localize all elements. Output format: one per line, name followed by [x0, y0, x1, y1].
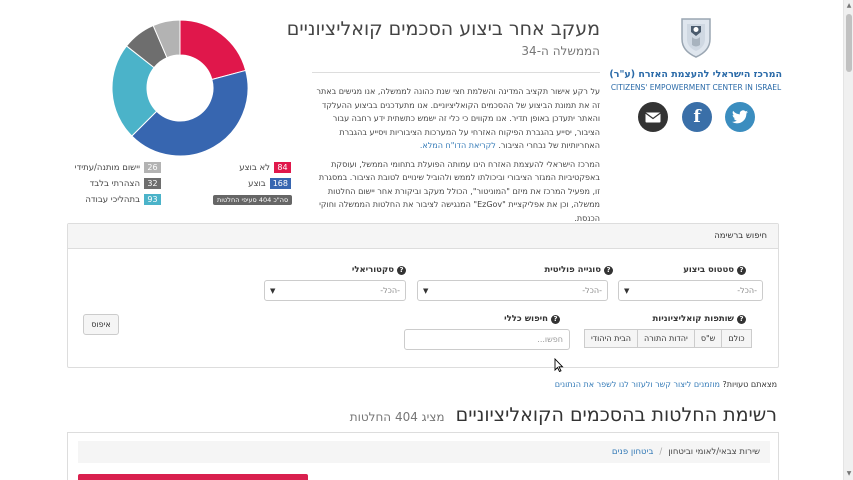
list-title: רשימת החלטות בהסכמים הקואליציוניים [455, 404, 777, 426]
error-report-note: מצאתם טעויות? מוזמנים ליצור קשר ולעזור ל… [554, 380, 777, 389]
full-report-link[interactable]: לקריאת הדו"ח המלא. [420, 141, 496, 150]
decision-title[interactable]: ... [748, 471, 760, 480]
legend-item-done[interactable]: 168 בוצע [248, 178, 291, 189]
shield-logo-icon [681, 18, 711, 58]
twitter-icon [732, 110, 748, 124]
legend-label: בתהליכי עבודה [85, 194, 140, 205]
scrollbar-thumb[interactable] [846, 14, 852, 72]
total-badge: סה"כ 404 סעיפי החלטות [213, 195, 293, 205]
breadcrumb-separator: / [659, 447, 663, 457]
caret-down-icon: ▼ [423, 286, 429, 295]
page-title: מעקב אחר ביצוע הסכמים קואליציוניים [286, 18, 600, 40]
legend-item-not-done[interactable]: 84 לא בוצע [239, 162, 291, 173]
caret-down-icon: ▼ [624, 286, 630, 295]
search-filter-label: ?חיפוש כללי [504, 314, 560, 324]
status-filter-label: ?סטטוס ביצוע [683, 265, 746, 275]
status-select[interactable]: ▼ -הכל- [618, 280, 763, 301]
page: המרכז הישראלי להעצמת האזרח (ע"ר) CITIZEN… [0, 0, 843, 480]
breadcrumb-item[interactable]: ביטחון פנים [612, 447, 653, 457]
sector-select[interactable]: ▼ -הכל- [264, 280, 406, 301]
legend-item-conditional[interactable]: 26 יישום מותנה/עתידי [75, 162, 161, 173]
page-subtitle: הממשלה ה-34 [521, 44, 600, 58]
vertical-scrollbar[interactable]: ▲ ▼ [843, 0, 853, 480]
partner-button-shas[interactable]: ש"ס [694, 329, 723, 348]
legend-label: הצהרתי בלבד [89, 178, 140, 189]
legend-count: 93 [144, 194, 161, 205]
help-icon[interactable]: ? [397, 266, 406, 275]
legend-count: 168 [269, 178, 291, 189]
donut-slice-0[interactable] [179, 19, 247, 81]
help-icon[interactable]: ? [604, 266, 613, 275]
legend-count: 26 [144, 162, 161, 173]
list-count: מציג 404 החלטות [349, 410, 445, 424]
sector-filter-label: ?סקטוריאלי [352, 265, 406, 275]
reset-button[interactable]: איפוס [83, 314, 119, 335]
help-icon[interactable]: ? [737, 315, 746, 324]
divider [312, 72, 600, 73]
scroll-up-icon[interactable]: ▲ [845, 2, 853, 10]
facebook-button[interactable]: f [682, 102, 712, 132]
breadcrumb: שירות צבאי/לאומי וביטחון / ביטחון פנים [78, 441, 770, 463]
intro-paragraph-1: על רקע אישור תקציב המדינה והשלמת חצי שנת… [316, 87, 600, 150]
mail-icon [645, 112, 661, 122]
partner-button-utj[interactable]: יהדות התורה [638, 329, 695, 348]
partner-button-all[interactable]: כולם [722, 329, 752, 348]
twitter-button[interactable] [725, 102, 755, 132]
legend-item-declarative[interactable]: 32 הצהרתי בלבד [90, 178, 161, 189]
policy-filter-label: ?סוגייה פוליטית [544, 265, 613, 275]
caret-down-icon: ▼ [270, 286, 276, 295]
org-name-hebrew: המרכז הישראלי להעצמת האזרח (ע"ר) [609, 69, 782, 80]
mail-button[interactable] [638, 102, 668, 132]
legend-label: יישום מותנה/עתידי [74, 162, 140, 173]
legend-count: 32 [144, 178, 161, 189]
decision-card: שירות צבאי/לאומי וביטחון / ביטחון פנים ... [67, 432, 779, 480]
legend-label: לא בוצע [239, 162, 270, 173]
mouse-cursor-icon [554, 358, 564, 372]
list-header: רשימת החלטות בהסכמים הקואליציוניים מציג … [350, 404, 777, 426]
contact-link[interactable]: מוזמנים ליצור קשר ולעזור לנו לשפר את הנת… [555, 380, 720, 389]
breadcrumb-item[interactable]: שירות צבאי/לאומי וביטחון [668, 447, 760, 457]
filter-panel-title: חיפוש ברשימה [68, 224, 778, 249]
partners-filter-label: ?שותפות קואליציוניות [652, 314, 746, 324]
legend-label: בוצע [248, 178, 266, 189]
policy-select[interactable]: ▼ -הכל- [417, 280, 608, 301]
help-icon[interactable]: ? [551, 315, 560, 324]
facebook-icon: f [693, 107, 701, 127]
help-icon[interactable]: ? [737, 266, 746, 275]
org-logo[interactable]: המרכז הישראלי להעצמת האזרח (ע"ר) CITIZEN… [609, 15, 782, 92]
partner-button-jewish-home[interactable]: הבית היהודי [584, 329, 639, 348]
intro-text: על רקע אישור תקציב המדינה והשלמת חצי שנת… [312, 85, 600, 230]
search-input[interactable]: חפשו... [404, 329, 570, 350]
legend-count: 84 [274, 162, 291, 173]
org-name-english: CITIZENS' EMPOWERMENT CENTER IN ISRAEL [610, 83, 782, 92]
intro-paragraph-2: המרכז הישראלי להעצמת האזרח הינו עמותה הפ… [318, 159, 600, 223]
legend-item-in-progress[interactable]: 93 בתהליכי עבודה [85, 194, 161, 205]
status-bar [78, 474, 308, 480]
partners-button-group: הבית היהודי יהדות התורה ש"ס כולם [584, 329, 752, 348]
scroll-down-icon[interactable]: ▼ [845, 470, 853, 478]
status-donut-chart [111, 19, 249, 157]
